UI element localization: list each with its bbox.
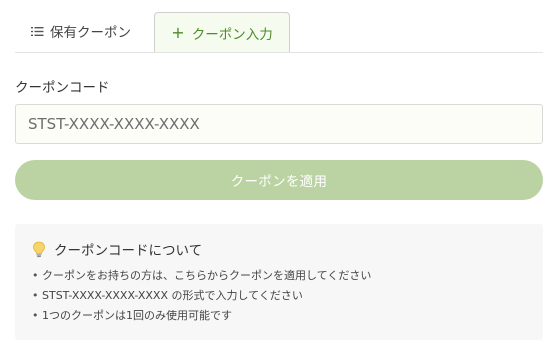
list-item: • 1つのクーポンは1回のみ使用可能です: [32, 309, 232, 322]
tab-owned-label: 保有クーポン: [50, 25, 131, 41]
coupon-info-box: クーポンコードについて • クーポンをお持ちの方は、こちらからクーポンを適用してく…: [15, 224, 543, 340]
coupon-code-input[interactable]: [15, 104, 543, 144]
plus-icon: +: [171, 22, 185, 42]
tab-enter-coupon[interactable]: + クーポン入力: [154, 12, 290, 52]
coupon-tabs: 保有クーポン + クーポン入力: [15, 12, 543, 53]
lightbulb-icon: [32, 241, 46, 258]
coupon-code-label: クーポンコード: [15, 80, 110, 96]
info-title: クーポンコードについて: [32, 239, 202, 259]
list-item: • STST-XXXX-XXXX-XXXX の形式で入力してください: [32, 289, 303, 302]
apply-coupon-button[interactable]: クーポンを適用: [15, 160, 543, 200]
coupon-page: 保有クーポン + クーポン入力 クーポンコード クーポンを適用 クーポンコードに…: [0, 0, 558, 361]
list-item: • クーポンをお持ちの方は、こちらからクーポンを適用してください: [32, 269, 372, 282]
list-icon: [31, 26, 44, 37]
tab-owned-coupons[interactable]: 保有クーポン: [15, 12, 152, 50]
info-list: • クーポンをお持ちの方は、こちらからクーポンを適用してください • STST-XX…: [32, 266, 371, 326]
info-title-text: クーポンコードについて: [54, 243, 203, 259]
tab-enter-label: クーポン入力: [191, 26, 273, 43]
